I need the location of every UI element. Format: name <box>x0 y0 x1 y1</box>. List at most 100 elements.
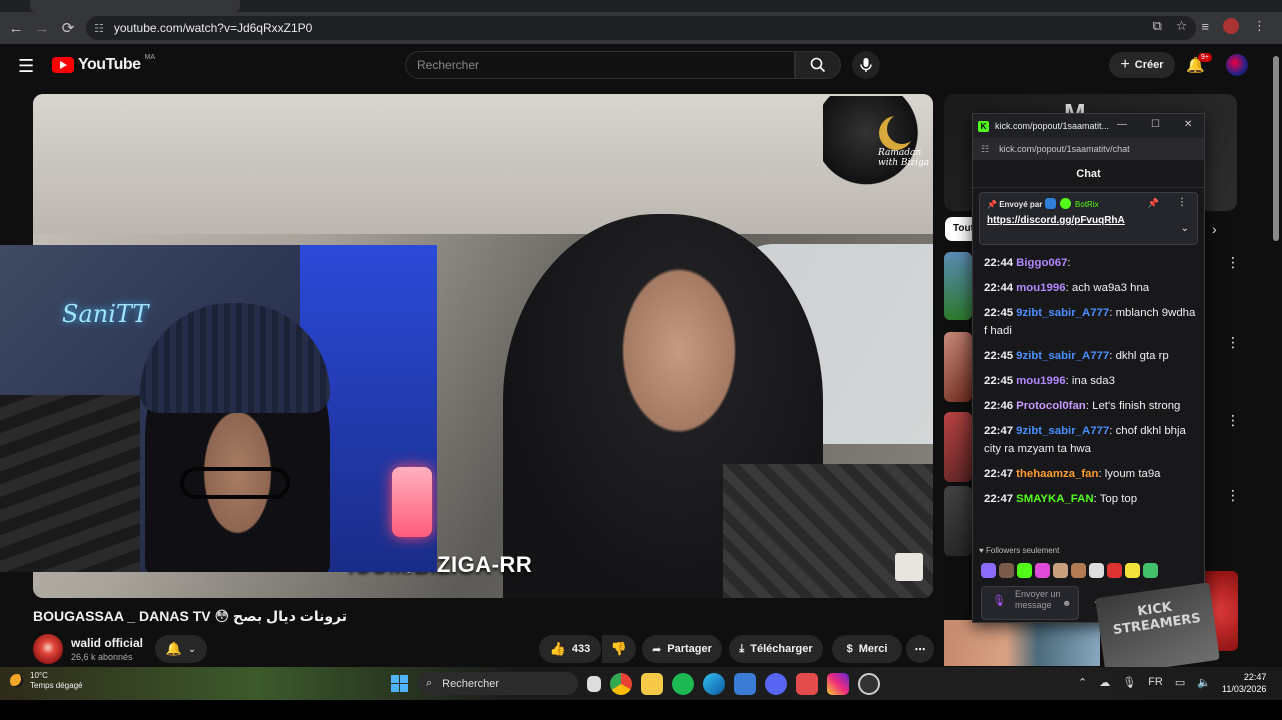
chevron-up-icon[interactable]: ⌃ <box>1078 676 1087 689</box>
instagram-icon[interactable] <box>827 673 849 695</box>
pinned-link[interactable]: https://discord.gg/pFvuqRhA <box>987 215 1190 226</box>
like-button[interactable]: 👍 433 <box>539 635 601 663</box>
emote[interactable] <box>1053 563 1068 578</box>
chat-username[interactable]: mou1996 <box>1016 282 1065 294</box>
chevron-right-icon[interactable]: › <box>1212 221 1217 237</box>
download-button[interactable]: ⤓ Télécharger <box>729 635 823 663</box>
share-button[interactable]: ➦ Partager <box>642 635 722 663</box>
windows-start-icon[interactable] <box>391 675 408 692</box>
browser-tab[interactable] <box>30 0 240 12</box>
emote[interactable] <box>1143 563 1158 578</box>
bookmark-star-icon[interactable]: ☆ <box>1176 18 1188 34</box>
cloud-icon[interactable]: ☁ <box>1099 676 1110 689</box>
obs-icon[interactable] <box>858 673 880 695</box>
emoji-icon[interactable]: ☻ <box>1062 598 1071 609</box>
emote[interactable] <box>999 563 1014 578</box>
install-app-icon[interactable]: ⧉ <box>1152 18 1161 34</box>
chat-username[interactable]: 9zibt_sabir_A777 <box>1016 307 1109 319</box>
recommendation-thumbnail[interactable] <box>944 412 972 482</box>
kick-chat-popout: K kick.com/popout/1saamatit... — ☐ ✕ ☷ k… <box>972 113 1205 623</box>
spotify-icon[interactable] <box>672 673 694 695</box>
more-actions-button[interactable]: ⋯ <box>906 635 934 663</box>
chrome-icon[interactable] <box>610 673 632 695</box>
more-vertical-icon[interactable]: ⋮ <box>1226 254 1240 271</box>
emote[interactable] <box>1107 563 1122 578</box>
account-avatar[interactable] <box>1226 54 1248 76</box>
address-bar[interactable]: ☷ youtube.com/watch?v=Jd6qRxxZ1P0 <box>86 16 1196 40</box>
maximize-icon[interactable]: ☐ <box>1151 119 1160 130</box>
clock-time: 22:47 <box>1243 672 1267 682</box>
emote[interactable] <box>981 563 996 578</box>
microphone-icon[interactable]: 🎙 <box>1122 676 1136 689</box>
youtube-logo[interactable]: YouTube MA <box>52 54 155 74</box>
weather-widget[interactable]: 10°C Temps dégagé <box>10 671 82 691</box>
reload-icon[interactable]: ⟳ <box>55 19 81 37</box>
taskbar-clock[interactable]: 22:47 11/03/2026 <box>1222 671 1266 695</box>
chat-timestamp: 22:44 <box>984 257 1014 269</box>
microphone-icon <box>860 58 872 72</box>
thanks-button[interactable]: $ Merci <box>832 635 902 663</box>
weather-desc: Temps dégagé <box>30 681 83 690</box>
pin-icon[interactable]: 📌 <box>1148 198 1159 209</box>
create-button[interactable]: + Créer <box>1109 52 1175 78</box>
more-vertical-icon[interactable]: ⋮ <box>1226 412 1240 429</box>
profile-icon[interactable] <box>1223 18 1239 34</box>
subscription-bell-button[interactable]: 🔔 ⌄ <box>155 635 207 663</box>
chat-username[interactable]: 9zibt_sabir_A777 <box>1016 350 1109 362</box>
dislike-button[interactable]: 👎 <box>602 635 636 663</box>
microphone-icon[interactable]: 🎙 <box>992 596 1006 607</box>
emote[interactable] <box>1071 563 1086 578</box>
followers-only-notice: ♥ Followers seulement <box>979 546 1060 555</box>
minimize-icon[interactable]: — <box>1117 119 1127 130</box>
chat-username[interactable]: Biggo067 <box>1016 257 1067 269</box>
scrollbar-thumb[interactable] <box>1273 56 1279 241</box>
tab-search-icon[interactable]: ≡ <box>1201 19 1209 34</box>
emote[interactable] <box>1035 563 1050 578</box>
task-view-icon[interactable] <box>587 676 601 692</box>
more-vertical-icon[interactable]: ⋮ <box>1226 487 1240 504</box>
chat-input[interactable]: 🎙 Envoyer un message ☻ <box>981 586 1079 620</box>
chat-timestamp: 22:45 <box>984 375 1014 387</box>
language-indicator[interactable]: FR <box>1148 676 1163 689</box>
chat-username[interactable]: 9zibt_sabir_A777 <box>1016 425 1109 437</box>
more-vertical-icon[interactable]: ⋮ <box>1226 334 1240 351</box>
site-info-icon[interactable]: ☷ <box>94 22 104 35</box>
app-icon[interactable] <box>796 673 818 695</box>
search-input[interactable]: Rechercher <box>405 51 795 79</box>
recommendation-thumbnail[interactable] <box>944 620 1100 666</box>
channel-name[interactable]: walid official <box>71 636 143 650</box>
channel-avatar[interactable] <box>33 634 63 664</box>
file-explorer-icon[interactable] <box>641 673 663 695</box>
chat-username[interactable]: thehaamza_fan <box>1016 468 1098 480</box>
windows-taskbar: 10°C Temps dégagé ⌕ Rechercher ⌃ ☁ 🎙 FR ▭… <box>0 667 1282 700</box>
recommendation-thumbnail[interactable] <box>944 332 972 402</box>
close-icon[interactable]: ✕ <box>1184 119 1192 130</box>
more-vertical-icon[interactable]: ⋮ <box>1177 197 1187 208</box>
volume-icon[interactable]: 🔈 <box>1197 676 1211 689</box>
emote[interactable] <box>1125 563 1140 578</box>
discord-icon[interactable] <box>765 673 787 695</box>
chat-text: ach wa9a3 hna <box>1071 282 1150 294</box>
chat-username[interactable]: SMAYKA_FAN <box>1016 493 1093 505</box>
search-button[interactable] <box>795 51 841 79</box>
popout-title: kick.com/popout/1saamatit... <box>995 121 1110 131</box>
recommendation-thumbnail[interactable] <box>944 252 972 320</box>
channel-watermark[interactable] <box>895 553 923 581</box>
hamburger-menu-icon[interactable]: ☰ <box>18 56 34 77</box>
forward-icon[interactable]: → <box>29 20 55 37</box>
recommendation-thumbnail[interactable] <box>944 486 972 556</box>
store-icon[interactable] <box>734 673 756 695</box>
browser-menu-icon[interactable]: ⋮ <box>1253 18 1266 34</box>
voice-search-button[interactable] <box>852 51 880 79</box>
chat-username[interactable]: mou1996 <box>1016 375 1065 387</box>
chat-message: 22:46 Protocol0fan: Let's finish strong <box>984 397 1196 415</box>
network-icon[interactable]: ▭ <box>1175 676 1185 689</box>
emote[interactable] <box>1089 563 1104 578</box>
edge-icon[interactable] <box>703 673 725 695</box>
chevron-down-icon[interactable]: ⌄ <box>1181 223 1189 234</box>
back-icon[interactable]: ← <box>3 20 29 37</box>
site-info-icon[interactable]: ☷ <box>981 144 989 155</box>
emote[interactable] <box>1017 563 1032 578</box>
taskbar-search[interactable]: ⌕ Rechercher <box>418 672 578 695</box>
chat-username[interactable]: Protocol0fan <box>1016 400 1086 412</box>
